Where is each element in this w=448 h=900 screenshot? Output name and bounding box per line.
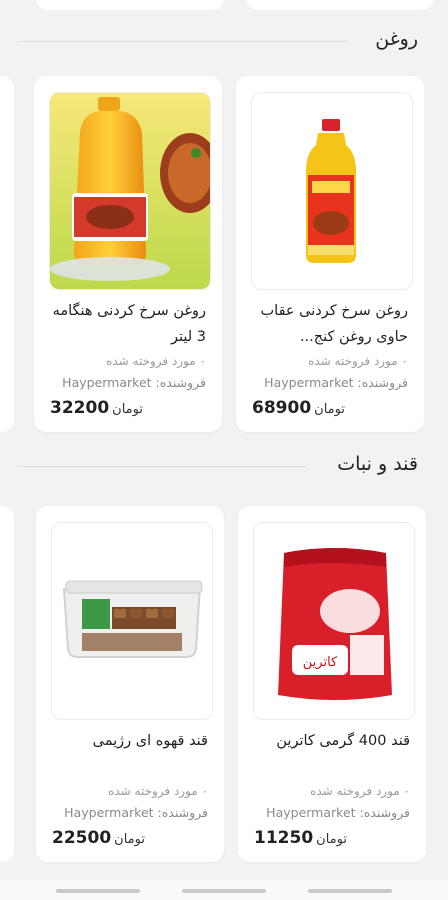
section-header: قند و نبات (0, 451, 448, 481)
currency-label: تومان (316, 832, 347, 847)
product-image[interactable]: کاترین (253, 522, 415, 720)
product-card[interactable]: کاترین قند 400 گرمی کاترین ۰ مورد فروخته… (238, 506, 426, 862)
product-title[interactable]: روغن سرخ کردنی عقاب حاوی روغن کنج... (248, 298, 409, 350)
section-header: روغن (0, 26, 448, 56)
product-row[interactable]: روغن سرخ کردنی هنگامه 3 لیتر ۰ مورد فروخ… (0, 76, 448, 446)
oil-jug-image (50, 93, 210, 289)
section-title: روغن (375, 28, 418, 50)
seller-label: فروشنده: Haypermarket (64, 805, 208, 820)
sold-count: ۰ مورد فروخته شده (308, 354, 408, 368)
product-card[interactable]: روغن سرخ کردنی هنگامه 3 لیتر ۰ مورد فروخ… (34, 76, 222, 432)
nav-back-button[interactable] (308, 889, 392, 893)
price-value: 68900 (252, 398, 312, 418)
nav-home-button[interactable] (182, 889, 266, 893)
product-row[interactable]: قند قهوه ای رژیمی ۰ مورد فروخته شده فروش… (0, 506, 448, 876)
section-divider (18, 41, 348, 42)
currency-label: تومان (114, 832, 145, 847)
product-title[interactable]: روغن سرخ کردنی هنگامه 3 لیتر (46, 298, 206, 350)
sold-count: ۰ مورد فروخته شده (108, 784, 208, 798)
price: 32200 تومان (50, 398, 143, 418)
previous-card-edge (36, 0, 224, 10)
price-value: 22500 (52, 828, 112, 848)
sugar-bag-image: کاترین (254, 523, 414, 719)
product-title[interactable]: قند قهوه ای رژیمی (48, 728, 208, 754)
price: 68900 تومان (252, 398, 345, 418)
currency-label: تومان (314, 402, 345, 417)
sold-count: ۰ مورد فروخته شده (310, 784, 410, 798)
partial-card[interactable] (0, 506, 14, 862)
price-value: 32200 (50, 398, 110, 418)
nav-recents-button[interactable] (56, 889, 140, 893)
product-title[interactable]: قند 400 گرمی کاترین (250, 728, 410, 754)
seller-label: فروشنده: Haypermarket (62, 375, 206, 390)
oil-bottle-image (252, 93, 412, 289)
product-image[interactable] (49, 92, 211, 290)
currency-label: تومان (112, 402, 143, 417)
price-value: 11250 (254, 828, 314, 848)
section-divider (18, 466, 306, 467)
price: 22500 تومان (52, 828, 145, 848)
previous-card-edge (246, 0, 434, 10)
price: 11250 تومان (254, 828, 347, 848)
brand-text: کاترین (303, 655, 338, 670)
seller-label: فروشنده: Haypermarket (266, 805, 410, 820)
section-title: قند و نبات (337, 453, 418, 475)
product-image[interactable] (51, 522, 213, 720)
product-card[interactable]: قند قهوه ای رژیمی ۰ مورد فروخته شده فروش… (36, 506, 224, 862)
partial-card[interactable] (0, 76, 14, 432)
product-card[interactable]: روغن سرخ کردنی عقاب حاوی روغن کنج... ۰ م… (236, 76, 424, 432)
sugar-box-image (52, 523, 212, 719)
sold-count: ۰ مورد فروخته شده (106, 354, 206, 368)
product-image[interactable] (251, 92, 413, 290)
seller-label: فروشنده: Haypermarket (264, 375, 408, 390)
